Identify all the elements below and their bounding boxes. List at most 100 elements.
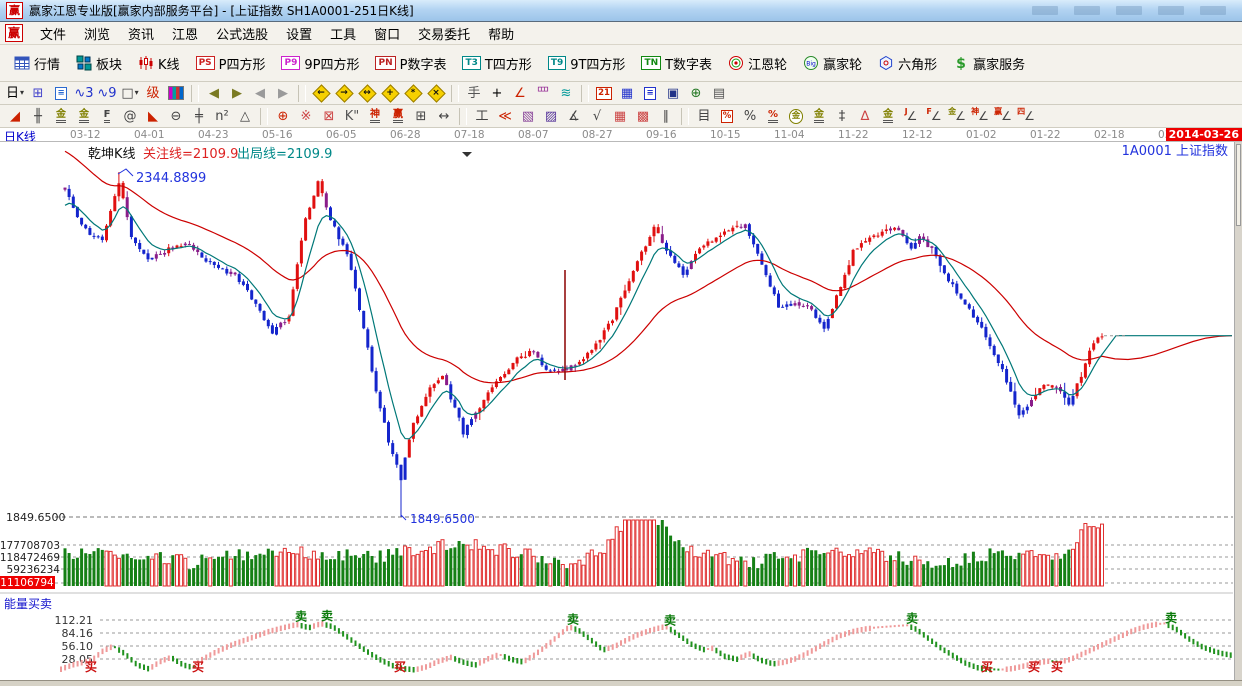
- menu-5[interactable]: 设置: [277, 22, 321, 45]
- menu-6[interactable]: 工具: [321, 22, 365, 45]
- ying-angle-button[interactable]: 赢∠: [992, 106, 1014, 126]
- teal-wave-button[interactable]: ≋: [555, 83, 577, 103]
- comb-button[interactable]: ╫: [27, 106, 49, 126]
- color-chart-button[interactable]: [165, 83, 187, 103]
- menu-9[interactable]: 帮助: [479, 22, 523, 45]
- diamond-right-button[interactable]: →: [333, 83, 355, 103]
- export-button[interactable]: ⊕: [685, 83, 707, 103]
- percent-button[interactable]: %: [739, 106, 761, 126]
- gold-circle-button[interactable]: 金: [785, 106, 807, 126]
- bottle-dropdown[interactable]: □: [119, 83, 141, 103]
- purple-grid-button[interactable]: 罒: [532, 83, 554, 103]
- gold-lines-button[interactable]: 金: [808, 106, 830, 126]
- indicator-tick: [1014, 665, 1016, 671]
- diamond-lr-button[interactable]: ↔: [356, 83, 378, 103]
- kline-button[interactable]: K线: [130, 51, 188, 76]
- gold-angle-button[interactable]: 金∠: [946, 106, 968, 126]
- brush-button[interactable]: ◢: [4, 106, 26, 126]
- save-button[interactable]: ▣: [662, 83, 684, 103]
- red-grid2-button[interactable]: ▩: [632, 106, 654, 126]
- chart-scrollbar[interactable]: [1234, 142, 1242, 680]
- shen-angle-button[interactable]: 神∠: [969, 106, 991, 126]
- menu-4[interactable]: 公式选股: [207, 22, 277, 45]
- scrollbar-thumb[interactable]: [1236, 144, 1241, 226]
- f-comb-button[interactable]: F: [96, 106, 118, 126]
- wave3-button[interactable]: ∿3: [73, 83, 95, 103]
- brush2-button[interactable]: ◣: [142, 106, 164, 126]
- menu-8[interactable]: 交易委托: [409, 22, 479, 45]
- gold-comb-button[interactable]: 金: [50, 106, 72, 126]
- check-button[interactable]: √: [586, 106, 608, 126]
- spiral-button[interactable]: @: [119, 106, 141, 126]
- nav-prev-button[interactable]: ◀: [249, 83, 271, 103]
- titlebar[interactable]: 赢 赢家江恩专业版[赢家内部服务平台] - [上证指数 SH1A0001-251…: [0, 0, 1242, 22]
- list-button[interactable]: ≡: [50, 83, 72, 103]
- nav-next-button[interactable]: ▶: [272, 83, 294, 103]
- pattern-box-button[interactable]: ⊞: [27, 83, 49, 103]
- p-table-button[interactable]: PNP数字表: [367, 51, 454, 76]
- p-square-button[interactable]: PSP四方形: [188, 51, 274, 76]
- red-grid-button[interactable]: ▦: [609, 106, 631, 126]
- span-button[interactable]: ↔: [433, 106, 455, 126]
- wave9-button[interactable]: ∿9: [96, 83, 118, 103]
- fan-box2-button[interactable]: ▨: [540, 106, 562, 126]
- calculator-button[interactable]: ▦: [616, 83, 638, 103]
- percent-line-button[interactable]: %: [762, 106, 784, 126]
- period-day-dropdown[interactable]: 日: [4, 83, 26, 103]
- print-button[interactable]: ▤: [708, 83, 730, 103]
- notes-button[interactable]: ≡: [639, 83, 661, 103]
- flag-button[interactable]: ‡: [831, 106, 853, 126]
- hexagon-button[interactable]: 六角形: [870, 51, 945, 76]
- menu-7[interactable]: 窗口: [365, 22, 409, 45]
- k-quote-button[interactable]: K": [341, 106, 363, 126]
- menu-2[interactable]: 资讯: [119, 22, 163, 45]
- grid-target-button[interactable]: ⊠: [318, 106, 340, 126]
- j-angle-button[interactable]: J∠: [900, 106, 922, 126]
- comb2-button[interactable]: ╪: [188, 106, 210, 126]
- main-chart[interactable]: 1849.65001777087031184724695923623411106…: [0, 142, 1234, 680]
- nav-first-button[interactable]: ◀: [203, 83, 225, 103]
- sectors-button[interactable]: 板块: [68, 51, 130, 76]
- winner-service-button[interactable]: $赢家服务: [945, 51, 1033, 76]
- angle-fan-button[interactable]: ∡: [563, 106, 585, 126]
- triangle-button[interactable]: △: [234, 106, 256, 126]
- t-square-button[interactable]: T3T四方形: [454, 51, 539, 76]
- n2-button[interactable]: n²: [211, 106, 233, 126]
- t-table-button[interactable]: TNT数字表: [633, 51, 720, 76]
- target-cross-button[interactable]: ⊕: [272, 106, 294, 126]
- hand-button[interactable]: 手: [463, 83, 485, 103]
- ying-button[interactable]: 赢: [387, 106, 409, 126]
- diamond-star-button[interactable]: *: [402, 83, 424, 103]
- percent-box-button[interactable]: %: [716, 106, 738, 126]
- ibeam-button[interactable]: 工: [471, 106, 493, 126]
- crosshair-button[interactable]: +: [486, 83, 508, 103]
- shen-comb-button[interactable]: 神: [364, 106, 386, 126]
- market-quotes-button[interactable]: 行情: [6, 51, 68, 76]
- gann-wheel-button[interactable]: 江恩轮: [720, 51, 795, 76]
- menu-3[interactable]: 江恩: [163, 22, 207, 45]
- menu-1[interactable]: 浏览: [75, 22, 119, 45]
- grade-button[interactable]: 级: [142, 83, 164, 103]
- fan-button[interactable]: ≪: [494, 106, 516, 126]
- snowflake-button[interactable]: ※: [295, 106, 317, 126]
- angle-button[interactable]: ∠: [509, 83, 531, 103]
- grid123-button[interactable]: ⊞: [410, 106, 432, 126]
- diamond-left-button[interactable]: ←: [310, 83, 332, 103]
- 9t-square-button[interactable]: T99T四方形: [540, 51, 634, 76]
- gold-line-button[interactable]: 金: [877, 106, 899, 126]
- slashes-button[interactable]: ∥: [655, 106, 677, 126]
- diamond-cross-button[interactable]: +: [379, 83, 401, 103]
- menu-0[interactable]: 文件: [31, 22, 75, 45]
- winner-wheel-button[interactable]: Big赢家轮: [795, 51, 870, 76]
- fan-box-button[interactable]: ▧: [517, 106, 539, 126]
- diamond-burst-button[interactable]: ×: [425, 83, 447, 103]
- 9p-square-button[interactable]: P99P四方形: [273, 51, 367, 76]
- calendar-21-button[interactable]: 21: [593, 83, 615, 103]
- nav-last-button[interactable]: ▶: [226, 83, 248, 103]
- list-comb-button[interactable]: 目: [693, 106, 715, 126]
- f-angle-button[interactable]: F∠: [923, 106, 945, 126]
- gold-comb2-button[interactable]: 金: [73, 106, 95, 126]
- circle-comb-button[interactable]: ⊖: [165, 106, 187, 126]
- wave-tri-button[interactable]: ∆: [854, 106, 876, 126]
- si-angle-button[interactable]: 四∠: [1015, 106, 1037, 126]
